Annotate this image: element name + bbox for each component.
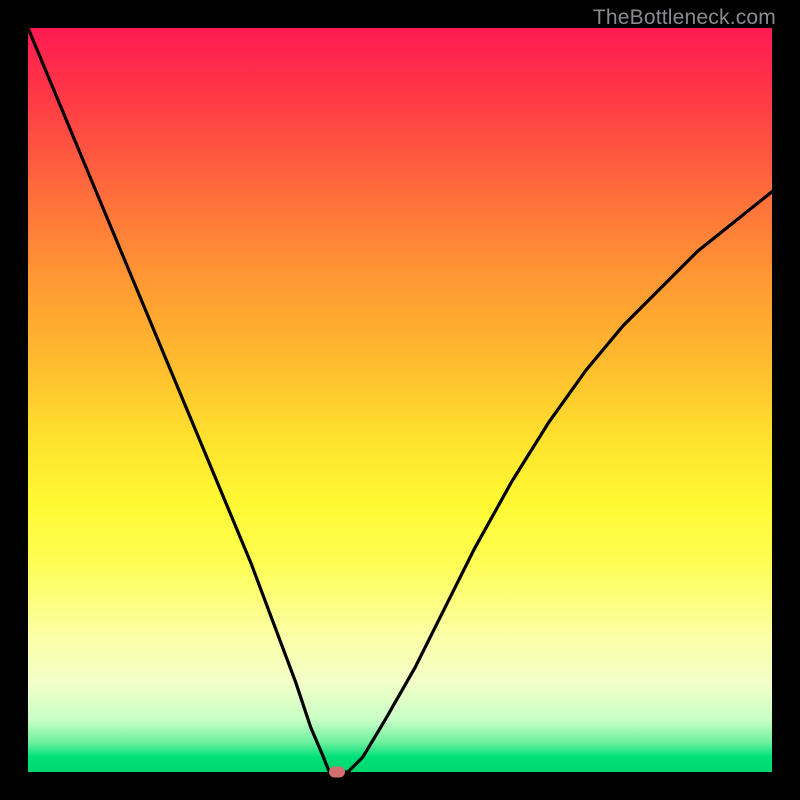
- chart-frame: TheBottleneck.com: [0, 0, 800, 800]
- plot-area: [28, 28, 772, 772]
- curve-svg: [28, 28, 772, 772]
- watermark-text: TheBottleneck.com: [593, 6, 776, 30]
- minimum-marker: [329, 767, 345, 778]
- bottleneck-curve-path: [28, 28, 772, 772]
